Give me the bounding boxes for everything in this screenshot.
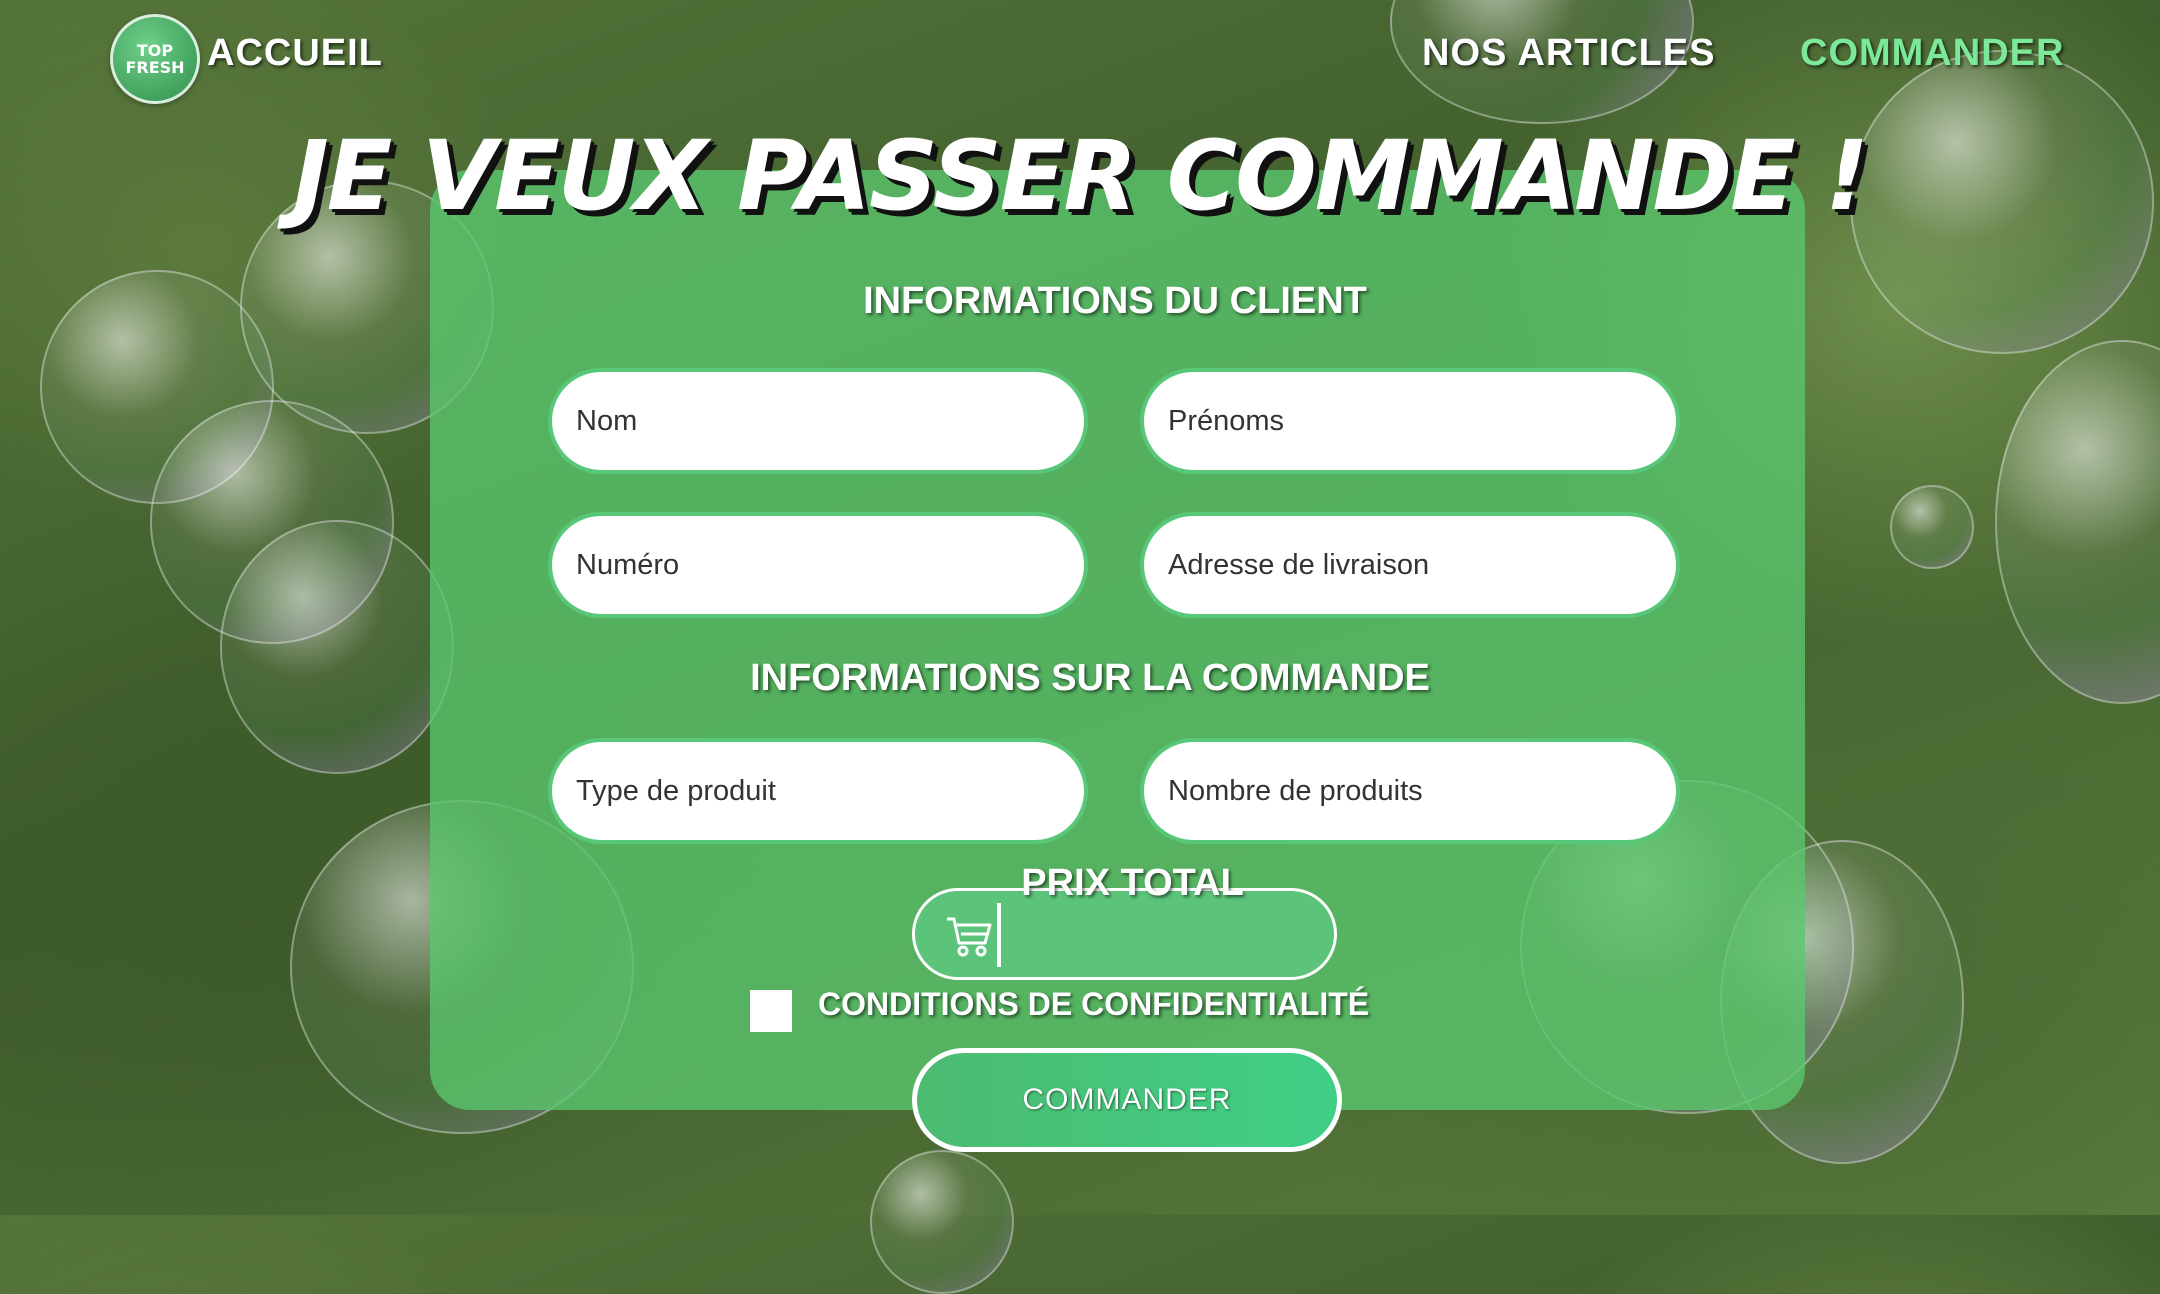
total-field-divider <box>997 903 1001 967</box>
cart-icon <box>947 917 992 957</box>
total-price-label: PRIX TOTAL <box>1021 862 1244 904</box>
logo-text-top: TOP <box>136 41 174 60</box>
nav-articles-link[interactable]: NOS ARTICLES <box>1422 32 1716 75</box>
quantity-input[interactable] <box>1140 738 1680 844</box>
bubble-decoration <box>1995 340 2160 704</box>
bubble-decoration <box>220 520 454 774</box>
nav-order-link[interactable]: COMMANDER <box>1800 32 2064 75</box>
name-input[interactable] <box>548 368 1088 474</box>
privacy-conditions-label: CONDITIONS DE CONFIDENTIALITÉ <box>818 986 1370 1022</box>
order-section-title: INFORMATIONS SUR LA COMMANDE <box>750 657 1430 699</box>
page-title: JE VEUX PASSER COMMANDE ! <box>293 120 1869 232</box>
top-fresh-logo[interactable]: TOP FRESH <box>110 14 200 104</box>
nav-home-link[interactable]: ACCUEIL <box>207 32 383 75</box>
firstname-input[interactable] <box>1140 368 1680 474</box>
bubble-decoration <box>1890 485 1974 569</box>
bubble-decoration <box>870 1150 1014 1294</box>
logo-text-fresh: FRESH <box>125 58 185 77</box>
client-section-title: INFORMATIONS DU CLIENT <box>863 280 1367 322</box>
phone-input[interactable] <box>548 512 1088 618</box>
product-type-input[interactable] <box>548 738 1088 844</box>
order-submit-button[interactable]: COMMANDER <box>912 1048 1342 1152</box>
privacy-checkbox[interactable] <box>750 990 792 1032</box>
address-input[interactable] <box>1140 512 1680 618</box>
